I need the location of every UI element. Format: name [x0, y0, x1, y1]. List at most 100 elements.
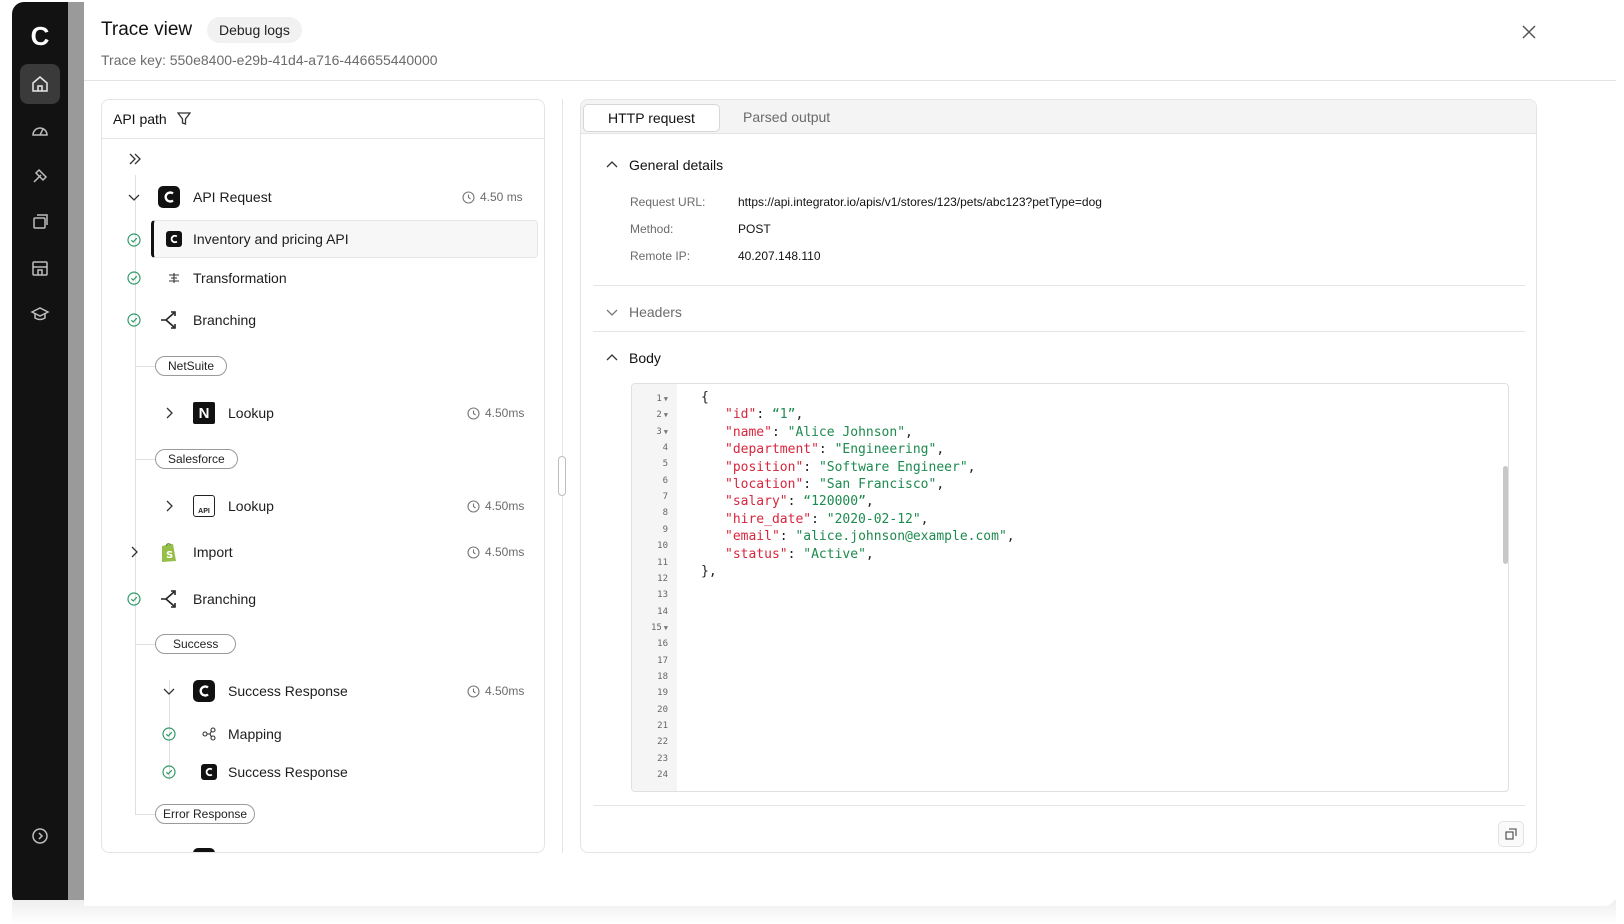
request-url-value: https://api.integrator.io/apis/v1/stores… [738, 195, 1102, 209]
app-sidebar: C [12, 2, 68, 906]
chevron-right-icon[interactable] [127, 545, 141, 559]
tree-connector [135, 366, 155, 367]
store-icon[interactable] [20, 248, 60, 288]
api-request-duration: 4.50 ms [462, 190, 523, 204]
clock-icon [462, 190, 475, 204]
resize-handle[interactable] [558, 456, 566, 496]
code-scrollbar[interactable] [1503, 466, 1508, 564]
copy-button[interactable] [1498, 821, 1524, 847]
lookup-api-duration: 4.50ms [467, 499, 524, 513]
tree-node-api-request[interactable]: API Request [193, 178, 272, 216]
line-number: 9 [662, 524, 668, 535]
celigo-c-icon [166, 231, 182, 247]
tree-connector [135, 459, 155, 460]
remote-ip-label: Remote IP: [630, 249, 691, 263]
clock-icon [467, 545, 480, 559]
line-number-gutter: 1 ▼ 2 ▼ 3 ▼ 4 5 6 7 8 9 10 11 12 13 14 15 ▼ 16 17 18 19 20 21 22 2… [632, 384, 677, 791]
graduation-cap-icon[interactable] [20, 294, 60, 334]
line-number: 19 [657, 688, 668, 699]
line-number: 21 [657, 721, 668, 731]
code-line: "status": "Active", [725, 546, 874, 562]
celigo-c-icon [201, 764, 217, 780]
line-number: 20 [657, 704, 668, 715]
line-number: 7 [662, 492, 668, 503]
check-circle-icon [127, 313, 141, 327]
tree-node-lookup-netsuite[interactable]: Lookup [228, 394, 274, 432]
branch-pill-netsuite[interactable]: NetSuite [155, 356, 228, 376]
copy-icon[interactable] [20, 202, 60, 242]
method-label: Method: [630, 222, 674, 236]
line-number: 15 ▼ [650, 622, 668, 633]
api-path-panel: API path API Request 4.50 ms Inventory a… [101, 99, 545, 853]
celigo-c-icon [158, 186, 180, 208]
fold-arrow-icon[interactable]: ▼ [664, 624, 668, 632]
tree-node-success-response-2[interactable]: Success Response [228, 753, 348, 791]
chevron-up-icon [606, 161, 618, 168]
success-response-duration: 4.50ms [467, 684, 524, 698]
detail-tabs: HTTP request Parsed output [581, 100, 1536, 134]
shopify-icon: S [158, 541, 180, 563]
collapse-all-icon[interactable] [128, 152, 142, 166]
trace-view-modal: Trace view Debug logs Trace key: 550e840… [84, 2, 1616, 906]
fold-arrow-icon[interactable]: ▼ [664, 411, 668, 419]
close-button[interactable] [1517, 20, 1541, 44]
chevron-right-icon[interactable] [162, 499, 176, 513]
chevron-down-icon[interactable] [162, 684, 176, 698]
line-number: 10 [657, 541, 668, 552]
branch-pill-salesforce[interactable]: Salesforce [155, 449, 238, 469]
line-number: 14 [657, 606, 668, 617]
chevron-right-icon[interactable] [162, 406, 176, 420]
tab-parsed-output[interactable]: Parsed output [719, 104, 854, 132]
branch-pill-success[interactable]: Success [155, 634, 237, 654]
headers-title: Headers [629, 304, 682, 320]
code-line: "position": "Software Engineer", [725, 459, 976, 475]
body-toggle[interactable]: Body [605, 350, 661, 366]
app-logo[interactable]: C [12, 16, 68, 56]
line-number: 17 [657, 655, 668, 666]
line-number: 5 [662, 459, 668, 470]
code-line: "department": "Engineering", [725, 442, 945, 458]
headers-toggle[interactable]: Headers [605, 304, 682, 320]
chevron-down-icon[interactable] [127, 190, 141, 204]
tree-connector [135, 814, 155, 815]
line-number: 3 ▼ [656, 426, 668, 437]
line-number: 1 ▼ [656, 394, 668, 404]
tree-node-mapping[interactable]: Mapping [228, 715, 282, 753]
branching-icon [161, 590, 176, 608]
line-number: 22 [657, 737, 668, 748]
tools-icon[interactable] [20, 156, 60, 196]
code-line: "location": "San Francisco", [725, 477, 945, 492]
filter-icon[interactable] [177, 112, 191, 126]
tree-node-branching-2[interactable]: Branching [193, 580, 256, 618]
line-number: 13 [657, 590, 668, 601]
tree-node-transformation[interactable]: Transformation [193, 259, 287, 297]
netsuite-icon: N [193, 402, 215, 424]
check-circle-icon [162, 765, 176, 779]
body-code-editor[interactable]: 1 ▼ 2 ▼ 3 ▼ 4 5 6 7 8 9 10 11 12 13 14 15 ▼ 16 17 18 19 20 21 22 2… [631, 383, 1509, 792]
tab-http-request[interactable]: HTTP request [583, 104, 720, 132]
debug-logs-badge: Debug logs [207, 17, 302, 43]
expand-arrow-icon[interactable] [20, 816, 60, 856]
fold-arrow-icon[interactable]: ▼ [664, 395, 668, 403]
tree-node-inventory[interactable]: Inventory and pricing API [193, 220, 349, 258]
request-url-label: Request URL: [630, 195, 706, 209]
close-icon [1522, 25, 1536, 39]
general-details-toggle[interactable]: General details [605, 157, 723, 173]
mapping-icon [202, 727, 216, 741]
tree-node-import[interactable]: Import [193, 533, 233, 571]
clock-icon [467, 684, 480, 698]
code-line: { [701, 390, 709, 405]
tree-node-lookup-api[interactable]: Lookup [228, 487, 274, 525]
header-divider [84, 80, 1616, 81]
check-circle-icon [162, 727, 176, 741]
general-details-title: General details [629, 157, 724, 173]
fold-arrow-icon[interactable]: ▼ [664, 428, 668, 436]
tree-node-branching-1[interactable]: Branching [193, 301, 256, 339]
line-number: 4 [662, 443, 668, 454]
branch-pill-error-response[interactable]: Error Response [155, 804, 256, 824]
lookup-netsuite-duration: 4.50ms [467, 406, 524, 420]
home-icon[interactable] [20, 64, 60, 104]
tree-node-success-response[interactable]: Success Response [228, 672, 348, 710]
dashboard-gauge-icon[interactable] [20, 110, 60, 150]
line-number: 23 [657, 753, 668, 764]
